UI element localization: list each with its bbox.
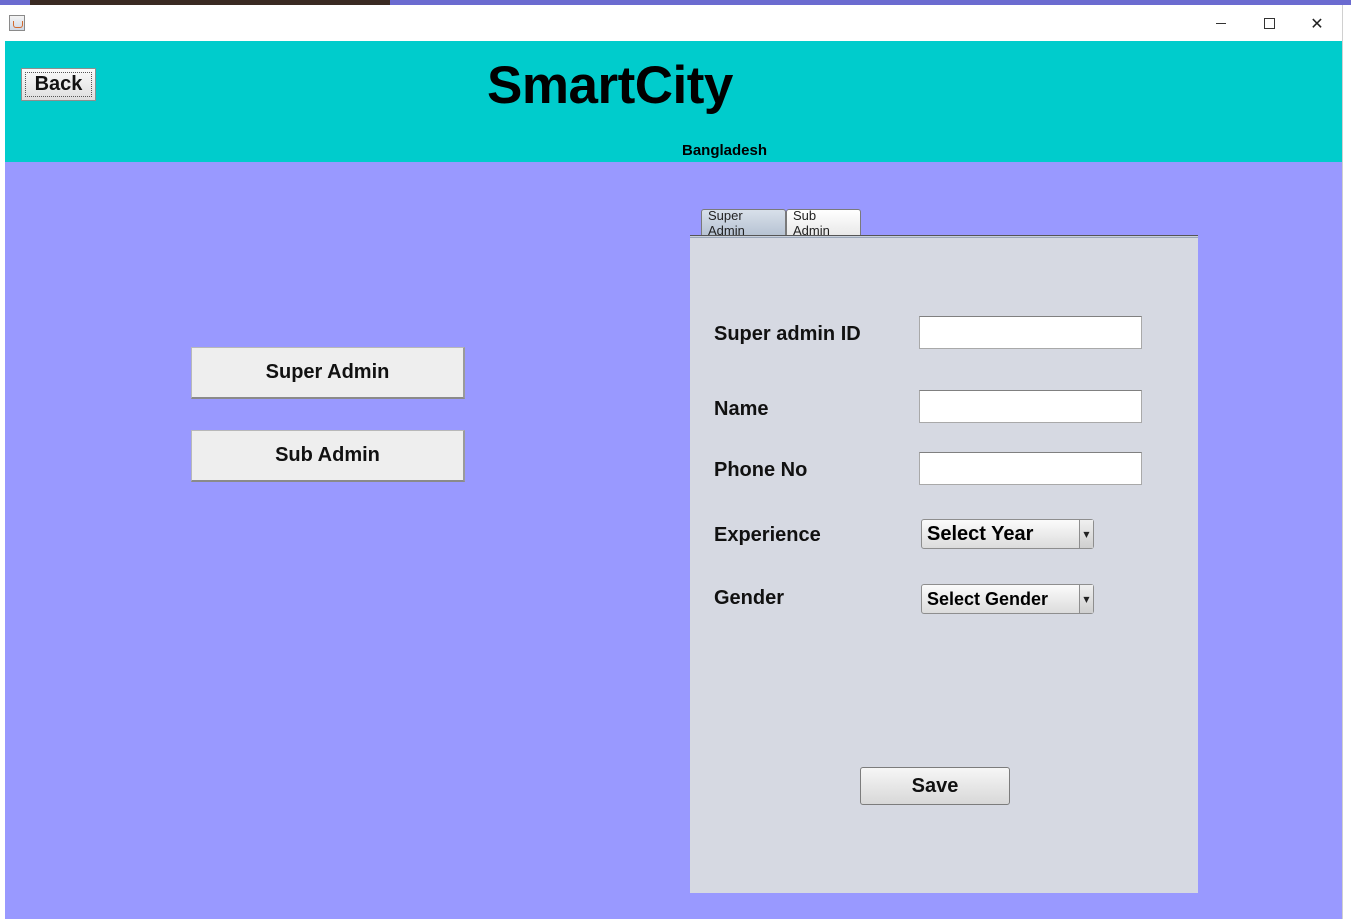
phone-input[interactable]: [919, 452, 1142, 485]
name-input[interactable]: [919, 390, 1142, 423]
experience-select[interactable]: Select Year ▼: [921, 519, 1094, 549]
super-admin-form-panel: Super admin ID Name Phone No Experience …: [690, 238, 1198, 893]
window-right-edge: [1342, 5, 1351, 919]
sub-admin-button[interactable]: Sub Admin: [191, 430, 465, 482]
save-button[interactable]: Save: [860, 767, 1010, 805]
main-area: Super Admin Sub Admin Super Admin Sub Ad…: [5, 162, 1342, 919]
experience-select-value: Select Year: [927, 522, 1034, 545]
back-button-label: Back: [34, 73, 83, 95]
gender-select[interactable]: Select Gender ▼: [921, 584, 1094, 614]
super-admin-id-input[interactable]: [919, 316, 1142, 349]
app-header: Back SmartCity Bangladesh: [5, 41, 1342, 162]
back-button[interactable]: Back: [21, 68, 96, 101]
maximize-button[interactable]: [1246, 5, 1292, 41]
app-subtitle: Bangladesh: [682, 142, 768, 159]
super-admin-id-label: Super admin ID: [714, 323, 861, 345]
minimize-button[interactable]: [1198, 5, 1244, 41]
java-app-icon: [9, 15, 25, 31]
close-icon: ✕: [1310, 13, 1324, 33]
experience-label: Experience: [714, 524, 821, 546]
phone-label: Phone No: [714, 459, 808, 481]
super-admin-button[interactable]: Super Admin: [191, 347, 465, 399]
gender-select-value: Select Gender: [927, 588, 1049, 609]
gender-label: Gender: [714, 587, 785, 609]
maximize-icon: [1263, 17, 1275, 29]
name-label: Name: [714, 398, 769, 420]
minimize-icon: [1216, 22, 1226, 24]
chevron-down-icon: ▼: [1079, 520, 1093, 548]
window-titlebar[interactable]: ✕: [0, 5, 1342, 41]
app-title: SmartCity: [487, 56, 733, 115]
tab-sub-admin[interactable]: Sub Admin: [786, 208, 861, 238]
close-button[interactable]: ✕: [1294, 5, 1340, 41]
tab-super-admin[interactable]: Super Admin: [701, 208, 786, 238]
chevron-down-icon: ▼: [1079, 585, 1093, 613]
